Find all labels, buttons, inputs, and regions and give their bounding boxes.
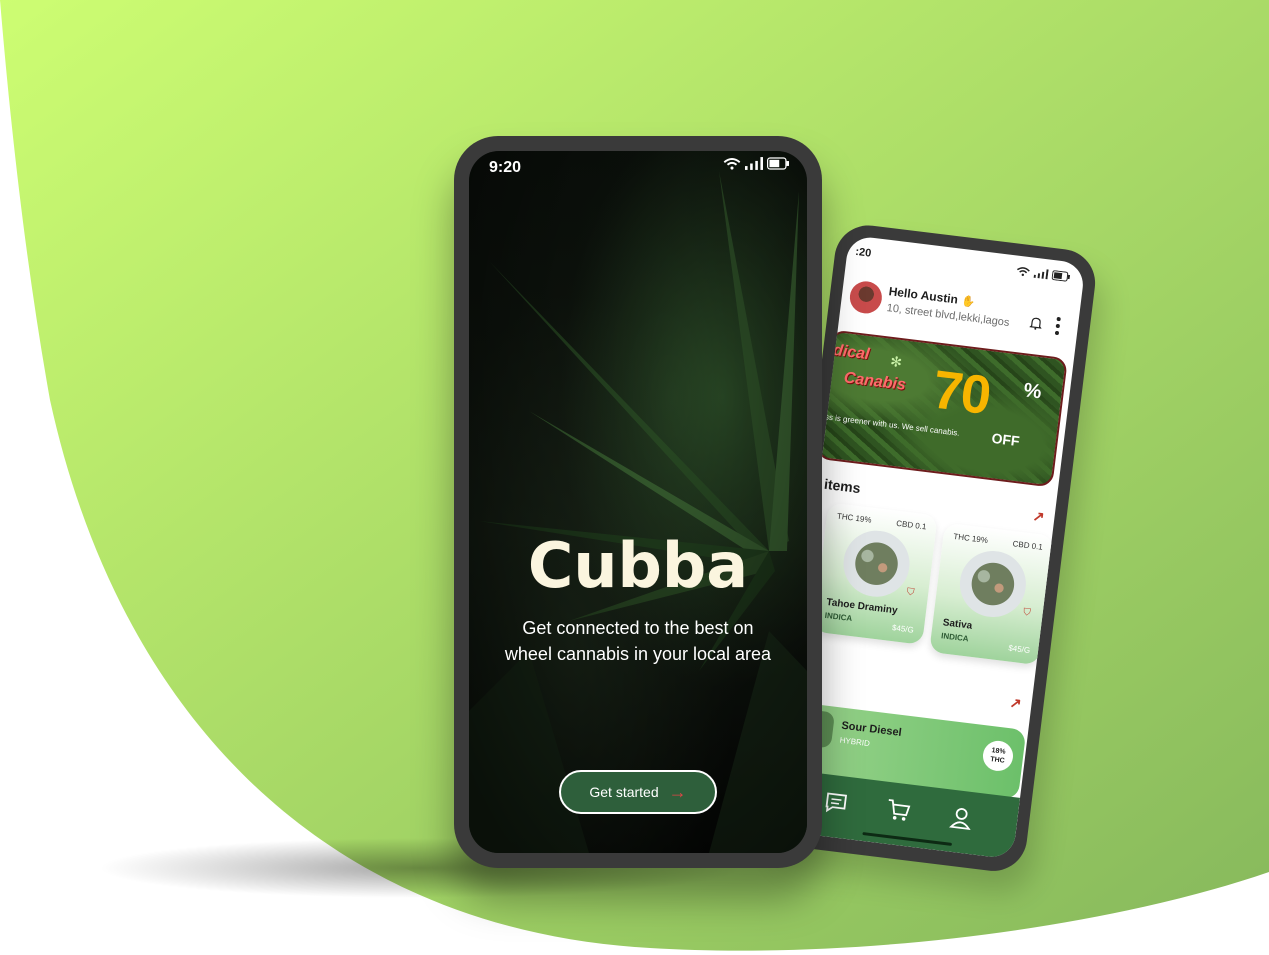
splash-screen: 9:20 Cubba Get connected to the best on … bbox=[469, 151, 807, 853]
home-indicator bbox=[862, 831, 952, 846]
see-all-arrow-icon[interactable]: ↗ bbox=[1032, 507, 1046, 525]
product-price: $45/G bbox=[1007, 643, 1031, 656]
bell-icon[interactable] bbox=[1029, 316, 1043, 331]
signal-icon bbox=[745, 157, 763, 170]
shield-icon: ⛉ bbox=[1022, 606, 1032, 619]
thc-badge: 18% THC bbox=[981, 739, 1015, 773]
more-options-icon[interactable] bbox=[1054, 316, 1061, 336]
tagline: Get connected to the best on wheel canna… bbox=[479, 615, 797, 667]
splash-screen-phone: 9:20 Cubba Get connected to the best on … bbox=[454, 136, 822, 868]
get-started-button[interactable]: Get started → bbox=[559, 770, 717, 814]
address-text: 10, street blvd,lekki,lagos bbox=[886, 302, 1011, 330]
banner-title-line1: dical bbox=[832, 341, 871, 364]
cbd-label: CBD 0.1 bbox=[1012, 539, 1044, 552]
see-all-arrow-icon[interactable]: ↗ bbox=[1009, 694, 1023, 712]
product-image bbox=[956, 547, 1030, 621]
battery-icon bbox=[767, 157, 789, 170]
banner-discount-symbol: % bbox=[1022, 379, 1043, 404]
cart-icon[interactable] bbox=[884, 796, 913, 825]
avatar[interactable] bbox=[848, 279, 884, 316]
product-image bbox=[839, 526, 914, 601]
cannabis-leaf-photo bbox=[469, 151, 807, 853]
status-time: :20 bbox=[854, 245, 872, 260]
wifi-icon bbox=[1016, 267, 1030, 277]
product-card[interactable]: THC 19% CBD 0.1 ⛉ Tahoe Draminy INDICA $… bbox=[812, 502, 938, 645]
product-price: $45/G bbox=[891, 623, 915, 635]
chat-icon[interactable] bbox=[821, 788, 850, 817]
thc-label: THC 19% bbox=[952, 531, 989, 546]
signal-icon bbox=[1033, 269, 1049, 280]
product-card[interactable]: THC 19% CBD 0.1 ⛉ Sativa INDICA $45/G bbox=[929, 522, 1055, 666]
shield-icon: ⛉ bbox=[906, 586, 915, 599]
banner-title-line2: Canabis bbox=[842, 369, 907, 394]
arrow-right-icon: → bbox=[668, 781, 687, 802]
get-started-label: Get started bbox=[589, 784, 659, 800]
cbd-label: CBD 0.1 bbox=[895, 518, 927, 532]
list-item-type: HYBRID bbox=[839, 735, 871, 749]
product-type: INDICA bbox=[824, 610, 853, 624]
battery-icon bbox=[1051, 270, 1071, 282]
promo-banner[interactable]: dical ✻ Canabis 70 % OFF ss is greener w… bbox=[815, 329, 1068, 488]
status-icons bbox=[723, 157, 789, 170]
product-type: INDICA bbox=[940, 631, 970, 644]
wave-hand-icon: ✋ bbox=[960, 295, 977, 309]
tagline-line2: wheel cannabis in your local area bbox=[504, 644, 772, 664]
status-time: 9:20 bbox=[489, 159, 522, 176]
banner-discount-off: OFF bbox=[990, 429, 1021, 450]
product-name: Sativa bbox=[942, 617, 973, 632]
app-title: Cubba bbox=[527, 529, 749, 602]
tagline-line1: Get connected to the best on bbox=[522, 618, 754, 638]
wifi-icon bbox=[723, 158, 741, 170]
banner-discount-number: 70 bbox=[929, 359, 993, 426]
leaf-icon: ✻ bbox=[889, 352, 903, 371]
thc-label: THC 19% bbox=[836, 511, 873, 525]
profile-icon[interactable] bbox=[947, 803, 976, 832]
